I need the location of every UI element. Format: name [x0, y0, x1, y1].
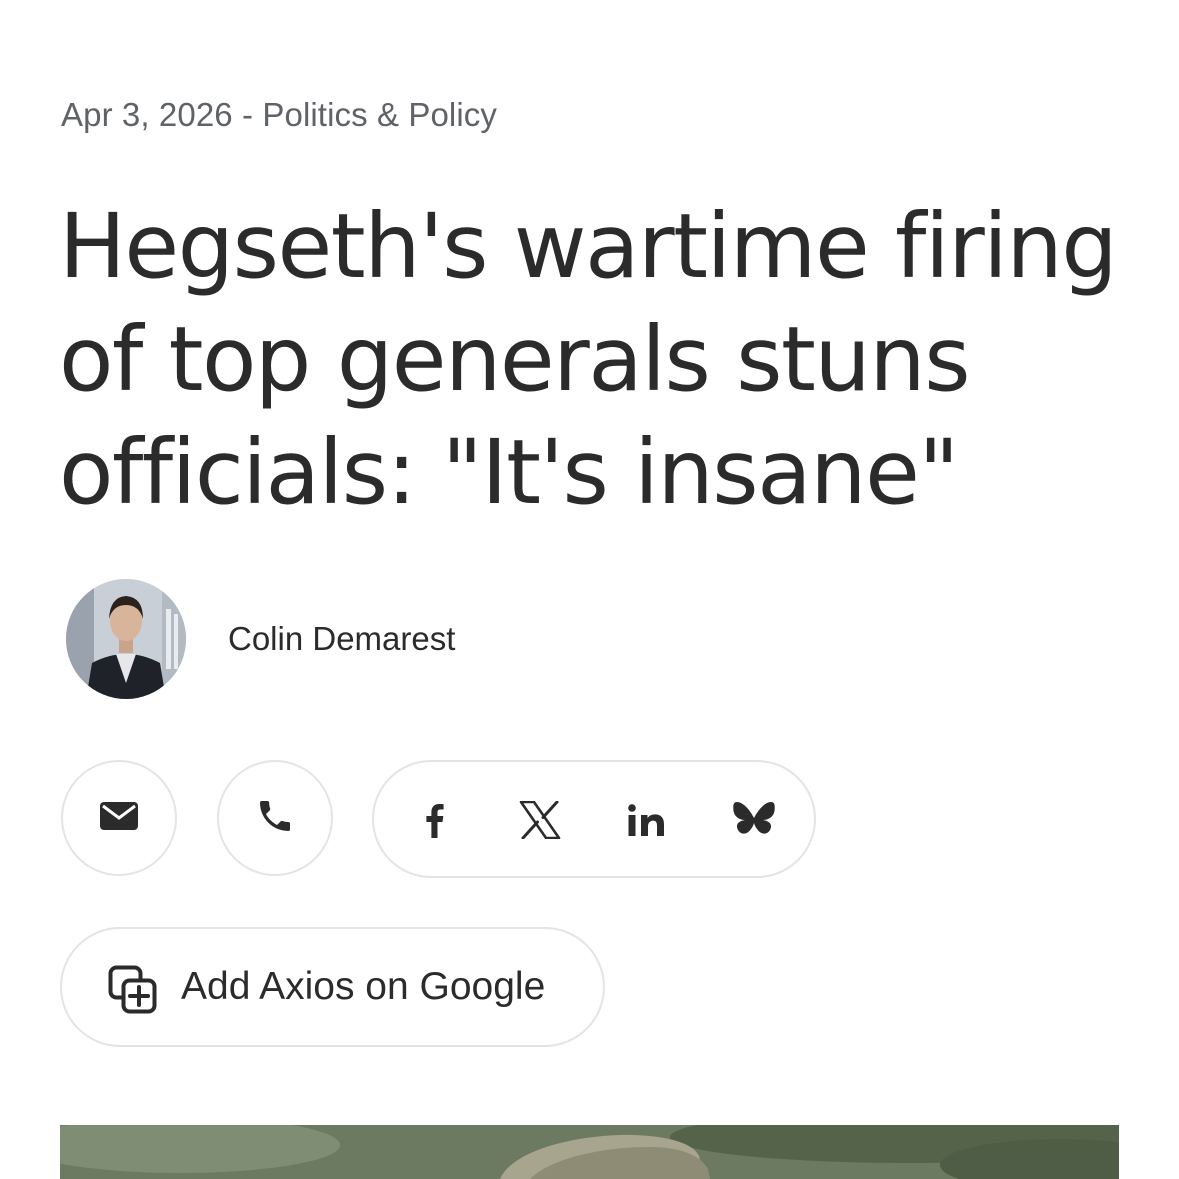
social-share-group — [372, 760, 816, 878]
envelope-icon — [100, 801, 138, 835]
add-axios-label: Add Axios on Google — [181, 965, 546, 1008]
meta-separator: - — [232, 96, 263, 133]
phone-icon — [255, 796, 295, 841]
add-source-icon — [108, 965, 158, 1015]
author-photo — [66, 579, 186, 699]
author-avatar[interactable] — [66, 579, 186, 699]
article-category-link[interactable]: Politics & Policy — [262, 96, 497, 133]
author-name[interactable]: Colin Demarest — [228, 620, 455, 658]
article-meta: Apr 3, 2026 - Politics & Policy — [61, 96, 497, 134]
bluesky-icon[interactable] — [732, 798, 776, 842]
email-share-button[interactable] — [61, 760, 177, 876]
phone-share-button[interactable] — [217, 760, 333, 876]
hero-photo — [60, 1125, 1119, 1179]
hero-image — [60, 1125, 1119, 1179]
facebook-icon[interactable] — [412, 798, 456, 842]
linkedin-icon[interactable] — [625, 798, 669, 842]
article-date: Apr 3, 2026 — [61, 96, 233, 133]
add-axios-on-google-button[interactable]: Add Axios on Google — [60, 927, 605, 1047]
x-icon[interactable] — [518, 798, 562, 842]
article-headline: Hegseth's wartime firing of top generals… — [59, 194, 1118, 524]
